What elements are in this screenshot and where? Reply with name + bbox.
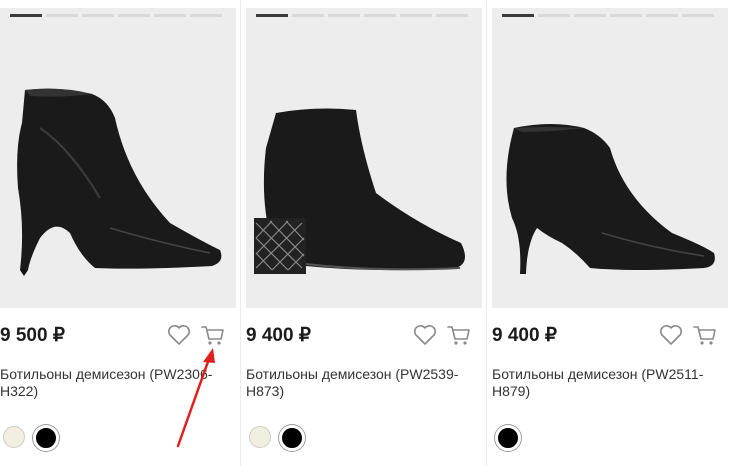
- carousel-dot[interactable]: [574, 14, 606, 17]
- color-swatch-black[interactable]: [33, 425, 59, 451]
- divider: [486, 0, 487, 466]
- heart-icon: [660, 325, 682, 345]
- heart-icon: [414, 325, 436, 345]
- product-title-line: H873): [246, 383, 285, 399]
- carousel-dot[interactable]: [646, 14, 678, 17]
- carousel-indicator: [256, 14, 468, 17]
- carousel-dot[interactable]: [10, 14, 42, 17]
- color-swatches: [3, 425, 59, 451]
- carousel-dot[interactable]: [400, 14, 432, 17]
- add-to-cart-button[interactable]: [692, 322, 718, 348]
- product-card[interactable]: 9 500 ₽ Ботильоны демисезон (PW2306- H32…: [0, 0, 236, 466]
- product-image[interactable]: [492, 8, 728, 308]
- favorite-button[interactable]: [166, 322, 192, 348]
- ankle-boot-block-heel-image: [254, 108, 465, 274]
- carousel-dot[interactable]: [610, 14, 642, 17]
- color-swatch-cream[interactable]: [3, 426, 25, 448]
- cart-icon: [201, 326, 224, 345]
- carousel-dot[interactable]: [436, 14, 468, 17]
- cart-icon: [693, 326, 716, 345]
- add-to-cart-button[interactable]: [446, 322, 472, 348]
- ankle-boot-kitten-heel-image: [506, 124, 715, 274]
- favorite-button[interactable]: [412, 322, 438, 348]
- carousel-dot[interactable]: [154, 14, 186, 17]
- product-title-line: H322): [0, 383, 39, 399]
- carousel-indicator: [10, 14, 222, 17]
- carousel-dot[interactable]: [46, 14, 78, 17]
- carousel-dot[interactable]: [502, 14, 534, 17]
- favorite-button[interactable]: [658, 322, 684, 348]
- carousel-dot[interactable]: [82, 14, 114, 17]
- carousel-dot[interactable]: [682, 14, 714, 17]
- carousel-dot[interactable]: [292, 14, 324, 17]
- product-price: 9 400 ₽: [246, 325, 311, 346]
- product-card[interactable]: 9 400 ₽ Ботильоны демисезон (PW2539- H87…: [246, 0, 482, 466]
- divider: [240, 0, 241, 466]
- product-price: 9 400 ₽: [492, 325, 557, 346]
- color-swatches: [249, 425, 305, 451]
- carousel-dot[interactable]: [538, 14, 570, 17]
- carousel-indicator: [502, 14, 714, 17]
- product-image[interactable]: [0, 8, 236, 308]
- heart-icon: [168, 325, 190, 345]
- product-title[interactable]: Ботильоны демисезон (PW2511- H879): [492, 366, 728, 400]
- carousel-dot[interactable]: [364, 14, 396, 17]
- product-title-line: Ботильоны демисезон (PW2306-: [0, 366, 213, 382]
- color-swatch-black[interactable]: [279, 425, 305, 451]
- add-to-cart-button[interactable]: [200, 322, 226, 348]
- product-image[interactable]: [246, 8, 482, 308]
- product-card[interactable]: 9 400 ₽ Ботильоны демисезон (PW2511- H87…: [492, 0, 728, 466]
- carousel-dot[interactable]: [190, 14, 222, 17]
- color-swatches: [495, 425, 521, 451]
- product-title-line: H879): [492, 383, 531, 399]
- cart-icon: [447, 326, 470, 345]
- product-title[interactable]: Ботильоны демисезон (PW2306- H322): [0, 366, 236, 400]
- ankle-boot-stiletto-image: [17, 88, 222, 276]
- product-price: 9 500 ₽: [0, 325, 65, 346]
- product-title-line: Ботильоны демисезон (PW2511-: [492, 366, 704, 382]
- product-title-line: Ботильоны демисезон (PW2539-: [246, 366, 459, 382]
- color-swatch-cream[interactable]: [249, 426, 271, 448]
- color-swatch-black[interactable]: [495, 425, 521, 451]
- carousel-dot[interactable]: [256, 14, 288, 17]
- product-title[interactable]: Ботильоны демисезон (PW2539- H873): [246, 366, 482, 400]
- carousel-dot[interactable]: [118, 14, 150, 17]
- carousel-dot[interactable]: [328, 14, 360, 17]
